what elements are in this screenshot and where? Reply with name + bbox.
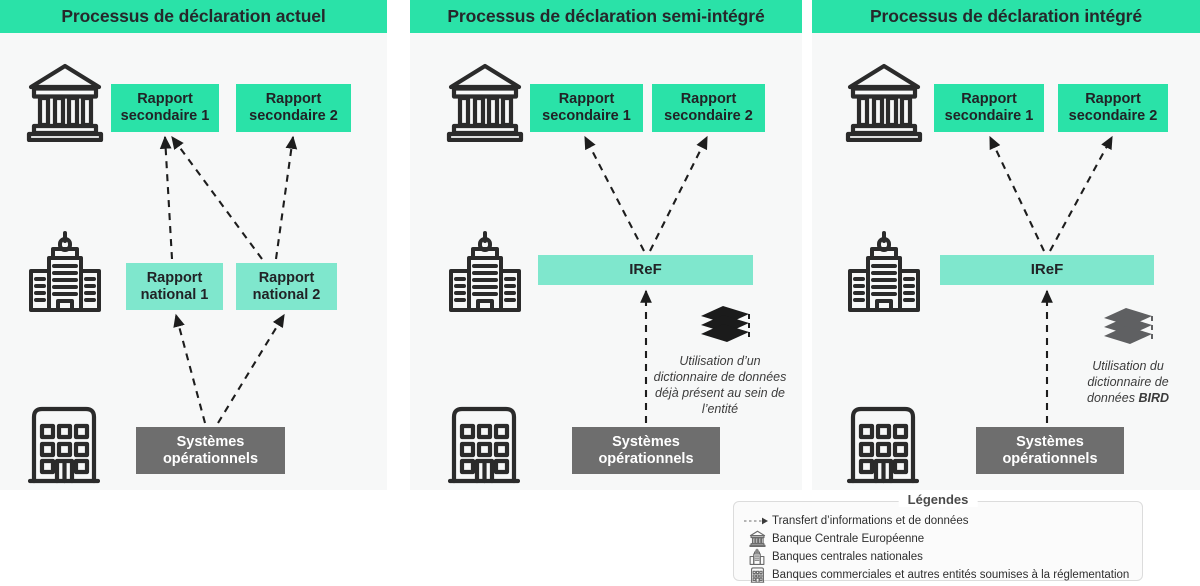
national-bank-icon	[27, 229, 103, 313]
arrow-national2-to-secondaire2	[274, 135, 298, 260]
commercial-bank-icon	[448, 399, 520, 485]
legend-item: Banques commerciales et autres entités s…	[742, 566, 1136, 583]
legend-item: Banque Centrale Européenne	[742, 530, 1136, 547]
box-label: Rapport secondaire 1	[542, 91, 631, 124]
arrow-iref-to-secondaire2	[649, 135, 708, 252]
ecb-icon	[742, 530, 772, 547]
legend-label: Banque Centrale Européenne	[772, 532, 925, 545]
box-rapport-secondaire-2[interactable]: Rapport secondaire 2	[236, 84, 351, 132]
arrow-national2-to-secondaire1	[171, 135, 263, 260]
box-label: Rapport secondaire 2	[664, 91, 753, 124]
national-bank-icon	[447, 229, 523, 313]
panel-body-integrated: Rapport secondaire 1 Rapport secondaire …	[812, 33, 1200, 490]
arrow-iref-to-secondaire1	[584, 135, 645, 252]
legend-item: Banques centrales nationales	[742, 548, 1136, 565]
arrow-ops-to-national1	[173, 313, 207, 424]
panel-title: Processus de déclaration actuel	[61, 6, 326, 26]
legend-rows: Transfert d’informations et de données B…	[742, 512, 1136, 584]
panel-semi-integrated-process: Processus de déclaration semi-intégré Ra…	[410, 0, 802, 490]
ecb-icon	[25, 60, 105, 142]
arrow-iref-to-secondaire1	[989, 135, 1045, 252]
note-bold-term: BIRD	[1138, 391, 1169, 405]
box-label: Systèmes opérationnels	[1002, 433, 1098, 467]
arrow-national1-to-secondaire1	[159, 135, 174, 260]
ecb-icon	[844, 60, 924, 142]
box-systemes-operationnels[interactable]: Systèmes opérationnels	[976, 427, 1124, 474]
box-label: Rapport secondaire 1	[944, 91, 1034, 124]
note-line: l’entité	[701, 402, 739, 416]
panel-header-integrated: Processus de déclaration intégré	[812, 0, 1200, 33]
arrow-ops-to-national2	[217, 313, 285, 424]
panel-header-semi-integrated: Processus de déclaration semi-intégré	[410, 0, 802, 33]
box-label: Rapport secondaire 2	[249, 91, 338, 124]
panel-current-process: Processus de déclaration actuel Rapport …	[0, 0, 387, 490]
box-label: IReF	[1030, 261, 1064, 279]
legend-label: Transfert d’informations et de données	[772, 514, 969, 527]
books-icon	[1100, 305, 1156, 349]
panel-header-current: Processus de déclaration actuel	[0, 0, 387, 33]
box-rapport-secondaire-2[interactable]: Rapport secondaire 2	[652, 84, 765, 132]
commercial-bank-icon	[742, 566, 772, 583]
box-iref[interactable]: IReF	[940, 255, 1154, 285]
box-rapport-secondaire-1[interactable]: Rapport secondaire 1	[934, 84, 1044, 132]
national-bank-icon	[742, 548, 772, 565]
box-label: Systèmes opérationnels	[162, 433, 259, 467]
diagram-canvas: Processus de déclaration actuel Rapport …	[0, 0, 1200, 586]
note-line-with-bold: données BIRD	[1052, 390, 1200, 406]
note-line: déjà présent au sein de	[655, 386, 785, 400]
box-label: Rapport secondaire 1	[120, 91, 210, 124]
legend-panel: Légendes Transfert d’informations et de …	[733, 492, 1143, 584]
note-line: Utilisation du	[1092, 359, 1164, 373]
legend-label: Banques centrales nationales	[772, 550, 923, 563]
note-semi-integrated: Utilisation d’un dictionnaire de données…	[635, 353, 805, 417]
box-iref[interactable]: IReF	[538, 255, 753, 285]
dashed-arrow-icon	[742, 516, 772, 526]
note-line: données	[1087, 391, 1139, 405]
box-rapport-secondaire-2[interactable]: Rapport secondaire 2	[1058, 84, 1168, 132]
box-systemes-operationnels[interactable]: Systèmes opérationnels	[572, 427, 720, 474]
panel-title: Processus de déclaration semi-intégré	[447, 6, 765, 26]
box-rapport-national-1[interactable]: Rapport national 1	[126, 263, 223, 310]
panel-body-current: Rapport secondaire 1 Rapport secondaire …	[0, 33, 387, 490]
commercial-bank-icon	[28, 399, 100, 485]
box-rapport-secondaire-1[interactable]: Rapport secondaire 1	[530, 84, 643, 132]
note-line: dictionnaire de données	[653, 370, 787, 384]
commercial-bank-icon	[847, 399, 919, 485]
legend-item: Transfert d’informations et de données	[742, 512, 1136, 529]
panel-title: Processus de déclaration intégré	[869, 6, 1143, 26]
arrow-iref-to-secondaire2	[1049, 135, 1113, 252]
ecb-icon	[445, 60, 525, 142]
box-systemes-operationnels[interactable]: Systèmes opérationnels	[136, 427, 285, 474]
box-label: Rapport secondaire 2	[1068, 91, 1158, 124]
box-rapport-secondaire-1[interactable]: Rapport secondaire 1	[111, 84, 219, 132]
books-icon	[697, 303, 753, 347]
legend-title: Légendes	[898, 492, 978, 507]
note-integrated: Utilisation du dictionnaire de données B…	[1052, 358, 1200, 406]
box-label: IReF	[629, 261, 662, 279]
box-label: Rapport national 2	[252, 269, 321, 303]
box-label: Systèmes opérationnels	[598, 433, 694, 467]
national-bank-icon	[846, 229, 922, 313]
box-rapport-national-2[interactable]: Rapport national 2	[236, 263, 337, 310]
note-line: Utilisation d’un	[679, 354, 761, 368]
box-label: Rapport national 1	[140, 269, 209, 303]
panel-integrated-process: Processus de déclaration intégré Rapport…	[812, 0, 1200, 490]
panel-body-semi-integrated: Rapport secondaire 1 Rapport secondaire …	[410, 33, 802, 490]
note-line: dictionnaire de	[1087, 375, 1169, 389]
legend-label: Banques commerciales et autres entités s…	[772, 568, 1130, 581]
